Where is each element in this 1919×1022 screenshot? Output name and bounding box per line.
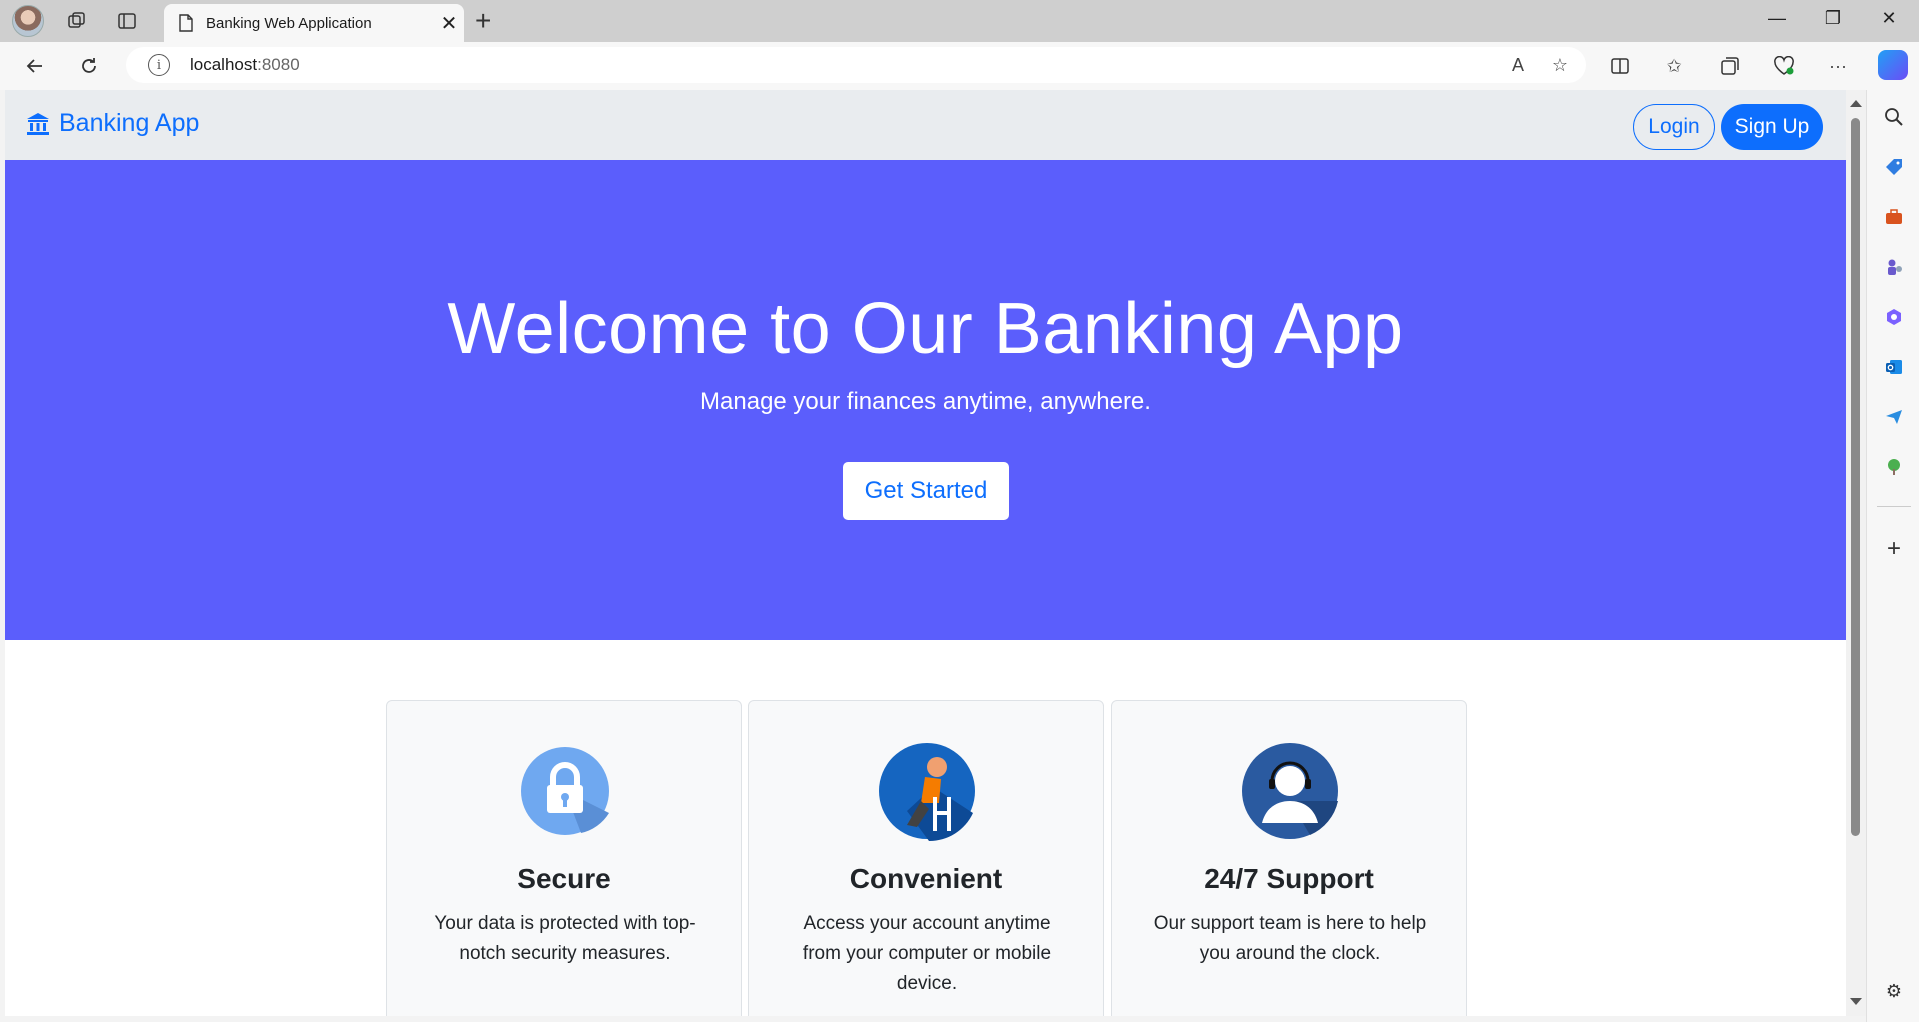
new-tab-icon[interactable]: + xyxy=(475,6,491,36)
scrollbar-thumb[interactable] xyxy=(1851,118,1860,836)
brand-link[interactable]: Banking App xyxy=(25,109,199,138)
hero-section: Welcome to Our Banking App Manage your f… xyxy=(5,160,1846,640)
search-icon[interactable] xyxy=(1881,104,1907,130)
hero-title: Welcome to Our Banking App xyxy=(447,289,1404,369)
signup-button[interactable]: Sign Up xyxy=(1721,104,1823,150)
address-bar[interactable]: i localhost:8080 A ☆ xyxy=(126,47,1586,83)
url-text: localhost:8080 xyxy=(190,55,300,74)
microsoft365-icon[interactable] xyxy=(1881,304,1907,330)
feature-card-support: 24/7 Support Our support team is here to… xyxy=(1111,700,1467,1016)
tab-title: Banking Web Application xyxy=(206,14,372,32)
sidebar-divider xyxy=(1877,506,1911,507)
page-viewport: Banking App Login Sign Up Welcome to Our… xyxy=(5,90,1846,1016)
refresh-icon[interactable] xyxy=(74,51,104,81)
site-navbar: Banking App Login Sign Up xyxy=(5,90,1846,160)
vertical-tabs-icon[interactable] xyxy=(112,6,142,36)
feature-card-secure: Secure Your data is protected with top-n… xyxy=(386,700,742,1016)
scroll-up-arrow-icon[interactable] xyxy=(1850,100,1862,107)
back-icon[interactable] xyxy=(20,51,50,81)
workspaces-icon[interactable] xyxy=(62,6,92,36)
browser-tab-bar: Banking Web Application ✕ + — ❐ ✕ xyxy=(0,0,1919,42)
close-window-icon[interactable]: ✕ xyxy=(1869,8,1909,29)
outlook-icon[interactable] xyxy=(1881,354,1907,380)
tools-briefcase-icon[interactable] xyxy=(1881,204,1907,230)
split-screen-icon[interactable] xyxy=(1608,54,1632,78)
lock-icon xyxy=(521,747,609,835)
brand-name: Banking App xyxy=(59,109,200,137)
send-icon[interactable] xyxy=(1881,404,1907,430)
browser-essentials-icon[interactable] xyxy=(1772,54,1796,78)
bank-icon xyxy=(27,112,49,135)
edge-sidebar: + ⚙ xyxy=(1866,90,1919,1022)
favorites-icon[interactable]: ✩ xyxy=(1662,54,1686,78)
feature-description: Your data is protected with top-notch se… xyxy=(434,913,696,964)
games-icon[interactable] xyxy=(1881,254,1907,280)
collections-icon[interactable] xyxy=(1718,54,1742,78)
close-tab-icon[interactable]: ✕ xyxy=(434,11,464,36)
favorite-star-icon[interactable]: ☆ xyxy=(1548,53,1572,77)
page-scrollbar[interactable] xyxy=(1846,90,1866,1016)
headset-agent-icon xyxy=(1242,743,1338,839)
tab-active[interactable]: Banking Web Application ✕ xyxy=(164,4,464,42)
login-button[interactable]: Login xyxy=(1633,104,1715,150)
profile-avatar[interactable] xyxy=(12,5,44,37)
feature-title: 24/7 Support xyxy=(1204,863,1374,894)
tree-icon[interactable] xyxy=(1881,454,1907,480)
page-icon xyxy=(179,14,193,32)
feature-title: Secure xyxy=(517,863,611,894)
copilot-icon[interactable] xyxy=(1878,50,1908,80)
more-options-icon[interactable]: ··· xyxy=(1826,54,1850,78)
shopping-tag-icon[interactable] xyxy=(1881,154,1907,180)
read-aloud-icon[interactable]: A xyxy=(1506,53,1530,77)
person-relaxing-icon xyxy=(879,743,975,841)
feature-description: Our support team is here to help you aro… xyxy=(1153,913,1427,964)
scroll-down-arrow-icon[interactable] xyxy=(1850,998,1862,1005)
feature-description: Access your account anytime from your co… xyxy=(802,913,1052,994)
add-icon[interactable]: + xyxy=(1881,535,1907,562)
feature-card-convenient: Convenient Access your account anytime f… xyxy=(748,700,1104,1016)
site-info-icon[interactable]: i xyxy=(148,54,170,76)
get-started-button[interactable]: Get Started xyxy=(843,462,1009,520)
hero-subtitle: Manage your finances anytime, anywhere. xyxy=(700,388,1151,415)
browser-toolbar: i localhost:8080 A ☆ ✩ ··· xyxy=(0,42,1919,90)
feature-title: Convenient xyxy=(849,863,1003,894)
settings-gear-icon[interactable]: ⚙ xyxy=(1881,978,1907,1004)
minimize-icon[interactable]: — xyxy=(1757,8,1797,29)
restore-icon[interactable]: ❐ xyxy=(1813,8,1853,29)
